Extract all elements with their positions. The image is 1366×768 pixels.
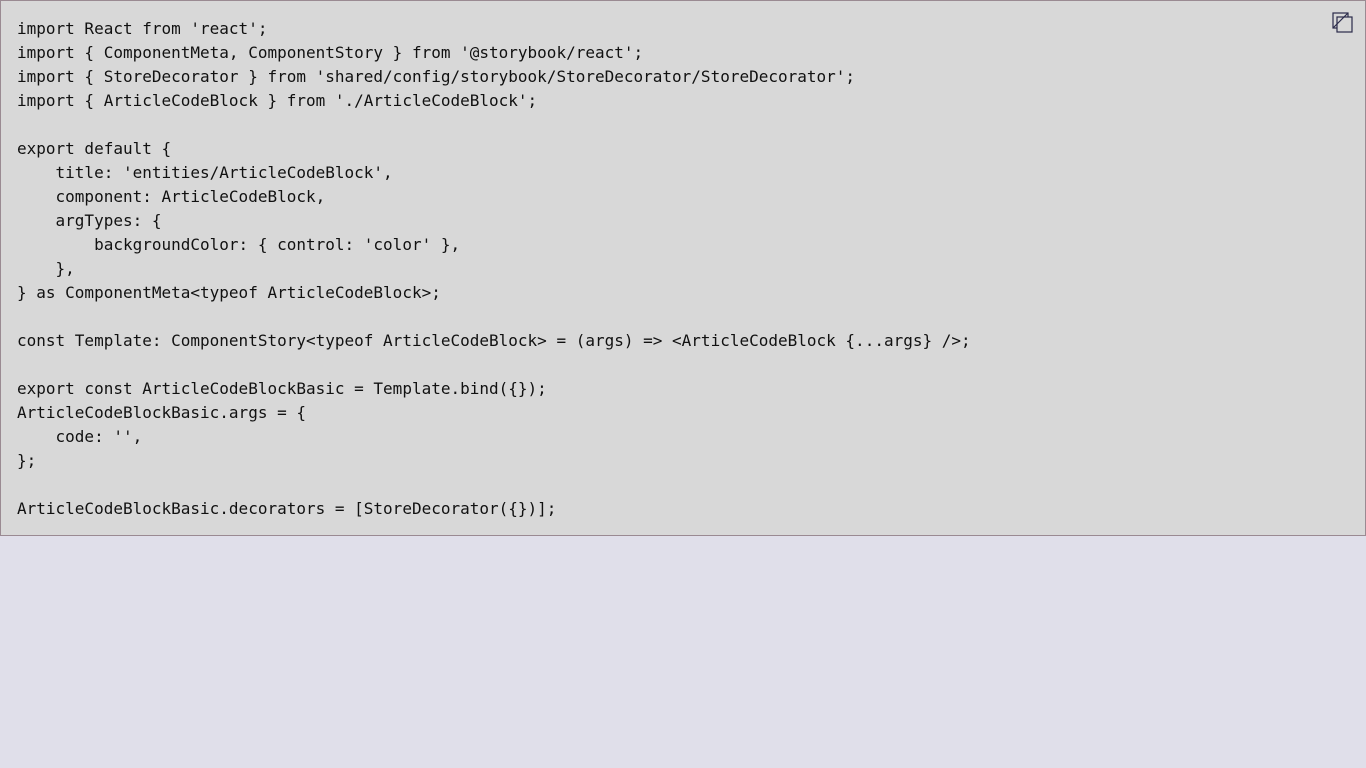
- code-line: ArticleCodeBlockBasic.args = {: [17, 403, 306, 422]
- code-line: code: '',: [17, 427, 143, 446]
- code-line: },: [17, 259, 75, 278]
- code-content[interactable]: import React from 'react'; import { Compo…: [1, 1, 1365, 521]
- code-line: import { ComponentMeta, ComponentStory }…: [17, 43, 644, 62]
- code-line: };: [17, 451, 37, 470]
- code-line: ArticleCodeBlockBasic.decorators = [Stor…: [17, 499, 557, 518]
- code-line: import { ArticleCodeBlock } from './Arti…: [17, 91, 538, 110]
- code-block: import React from 'react'; import { Compo…: [0, 0, 1366, 536]
- code-line: } as ComponentMeta<typeof ArticleCodeBlo…: [17, 283, 441, 302]
- code-line: export const ArticleCodeBlockBasic = Tem…: [17, 379, 547, 398]
- code-line: title: 'entities/ArticleCodeBlock',: [17, 163, 393, 182]
- code-line: const Template: ComponentStory<typeof Ar…: [17, 331, 971, 350]
- code-line: import { StoreDecorator } from 'shared/c…: [17, 67, 856, 86]
- code-line: component: ArticleCodeBlock,: [17, 187, 326, 206]
- copy-icon: [1332, 12, 1353, 33]
- code-line: import React from 'react';: [17, 19, 268, 38]
- copy-button[interactable]: [1331, 11, 1355, 35]
- code-line: backgroundColor: { control: 'color' },: [17, 235, 461, 254]
- code-line: export default {: [17, 139, 172, 158]
- code-line: argTypes: {: [17, 211, 162, 230]
